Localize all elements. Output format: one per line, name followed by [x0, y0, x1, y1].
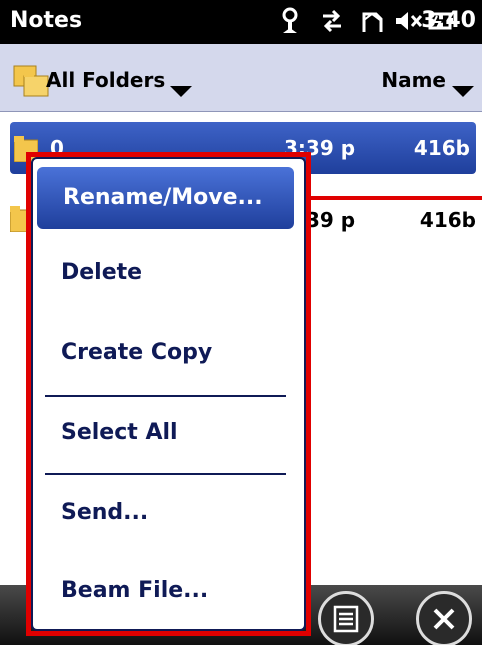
menu-item-delete[interactable]: Delete: [33, 243, 304, 303]
menu-item-send[interactable]: Send...: [33, 483, 304, 543]
menu-separator: [45, 473, 286, 475]
sort-dropdown[interactable]: Name: [381, 68, 446, 92]
file-size: 416b: [419, 208, 476, 232]
signal-icon[interactable]: [276, 6, 304, 36]
close-button[interactable]: [416, 591, 472, 645]
connection-icon[interactable]: [358, 6, 386, 36]
menu-item-beam-file[interactable]: Beam File...: [33, 561, 304, 621]
menu-separator: [45, 395, 286, 397]
chevron-down-icon[interactable]: [170, 86, 192, 97]
menu-item-create-copy[interactable]: Create Copy: [33, 323, 304, 383]
sync-icon[interactable]: [318, 6, 346, 36]
app-title: Notes: [10, 8, 83, 33]
file-time: 39 p: [306, 208, 356, 232]
file-size: 416b: [413, 136, 470, 160]
menu-button[interactable]: [318, 591, 374, 645]
volume-muted-icon[interactable]: [394, 6, 423, 36]
folder-dropdown[interactable]: All Folders: [46, 68, 165, 92]
menu-item-rename-move[interactable]: Rename/Move...: [37, 167, 294, 229]
highlight-line: [300, 196, 482, 200]
context-menu: Rename/Move... Delete Create Copy Select…: [31, 157, 306, 631]
status-bar: Notes 3:40: [0, 0, 482, 44]
chevron-down-icon[interactable]: [452, 86, 474, 97]
clock: 3:40: [421, 8, 476, 33]
folder-header: All Folders Name: [0, 44, 482, 112]
menu-item-select-all[interactable]: Select All: [33, 403, 304, 463]
